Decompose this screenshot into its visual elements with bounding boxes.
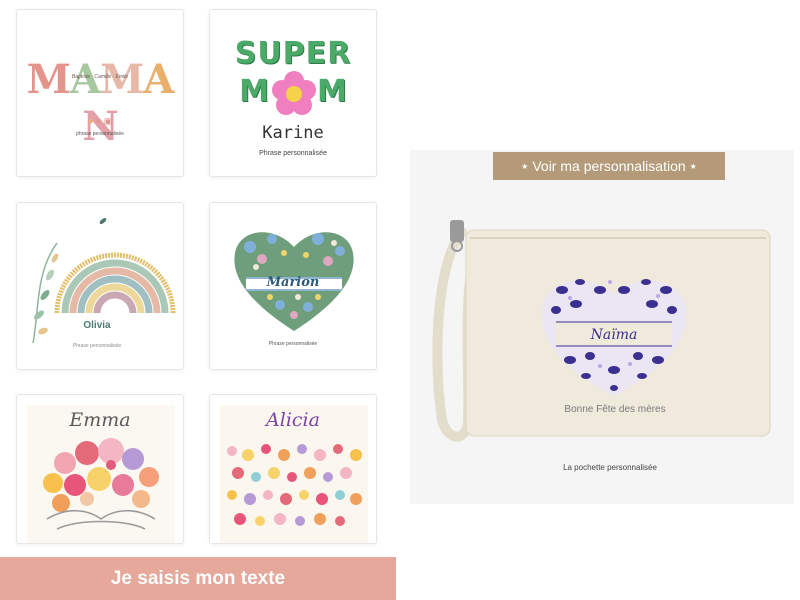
- design-name: Karine: [262, 123, 324, 143]
- preview-panel: ★ Voir ma personnalisation ★ Naïma Bonne F…: [410, 150, 794, 504]
- design-name: Marion: [266, 275, 320, 290]
- pouch-name: Naïma: [590, 327, 638, 343]
- design-phrase: Phrase personnalisée: [268, 341, 318, 347]
- design-name: Alicia: [266, 409, 320, 431]
- design-card-flower-heart[interactable]: Marion Phrase personnalisée: [209, 202, 377, 370]
- design-phrase: phrase personnalisée: [76, 131, 124, 137]
- design-card-flower-meadow[interactable]: Alicia: [209, 394, 377, 544]
- design-card-rainbow[interactable]: Olivia Phrase personnalisée: [16, 202, 184, 370]
- product-caption: La pochette personnalisée: [563, 463, 657, 472]
- design-card-bouquet[interactable]: Emma: [16, 394, 184, 544]
- preview-button-label: Voir ma personnalisation: [532, 158, 686, 174]
- design-card-super-mom[interactable]: SUPER MM Karine Phrase personnalisée: [209, 9, 377, 177]
- design-phrase: Phrase personnalisée: [259, 150, 327, 157]
- pouch-phrase: Bonne Fête des mères: [564, 404, 666, 415]
- design-phrase: Phrase personnalisée: [72, 343, 122, 349]
- children-names: Baptiste · Camille · Emile: [71, 74, 129, 80]
- design-name: Olivia: [83, 320, 111, 331]
- view-personalization-button[interactable]: ★ Voir ma personnalisation ★: [493, 152, 725, 180]
- design-picker-page: MAMAN Baptiste · Camille · Emile ● ♥ ▣ p…: [0, 0, 800, 600]
- design-name: Emma: [69, 409, 131, 431]
- star-icon: ★: [689, 162, 697, 172]
- design-card-maman[interactable]: MAMAN Baptiste · Camille · Emile ● ♥ ▣ p…: [16, 9, 184, 177]
- hearts-icon: ● ♥ ▣: [87, 116, 113, 126]
- enter-text-button[interactable]: Je saisis mon texte: [0, 557, 396, 600]
- star-icon: ★: [521, 162, 529, 172]
